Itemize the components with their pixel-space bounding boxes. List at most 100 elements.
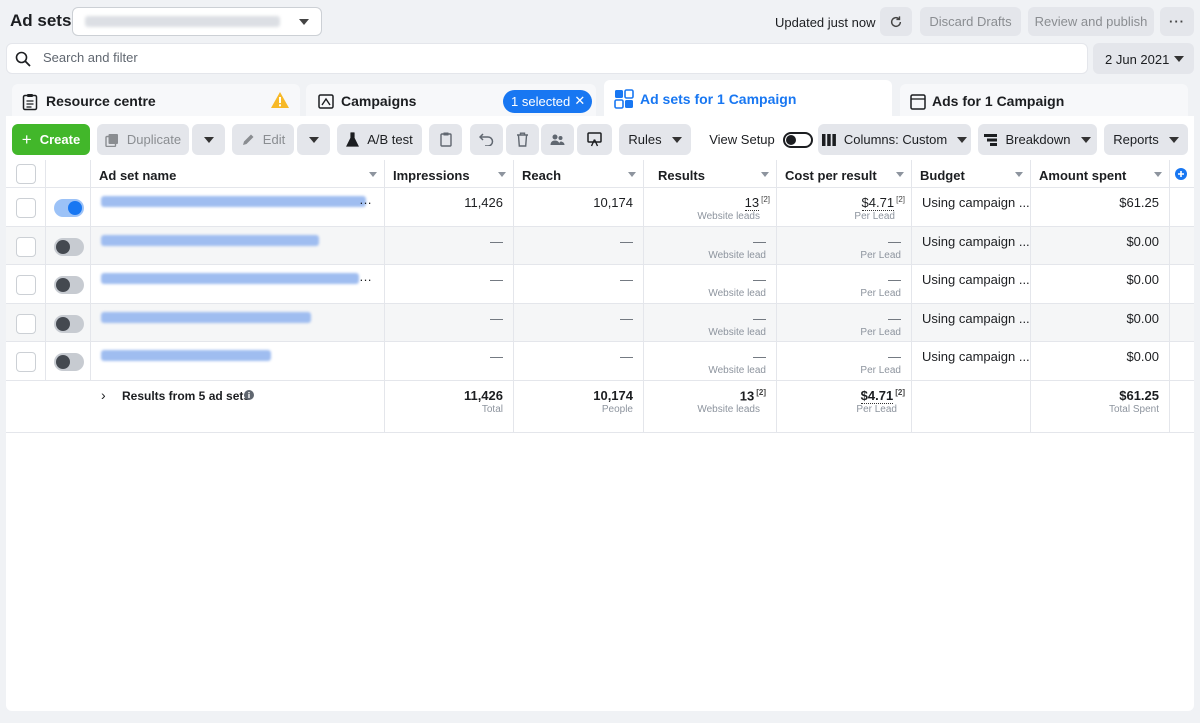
impressions-value: —	[490, 233, 503, 249]
budget-value[interactable]: Using campaign ...	[922, 195, 1030, 210]
columns-button[interactable]: Columns: Custom	[818, 124, 971, 155]
reports-label: Reports	[1113, 132, 1159, 147]
sort-icon	[628, 172, 636, 177]
edit-label: Edit	[262, 132, 286, 147]
tab-ads[interactable]: Ads for 1 Campaign	[900, 84, 1188, 120]
table-row[interactable]: — — — Website lead — Per Lead Using camp…	[6, 303, 1194, 343]
view-setup-switch[interactable]	[782, 131, 813, 148]
total-results: 13 [2]	[739, 388, 766, 404]
col-cost-per-result[interactable]: Cost per result	[777, 160, 912, 187]
add-column-icon[interactable]	[1175, 168, 1187, 180]
duplicate-button[interactable]: Duplicate	[97, 124, 189, 155]
adset-name-redacted[interactable]	[101, 350, 271, 362]
table-row[interactable]: … — — — Website lead — Per Lead Using ca…	[6, 265, 1194, 304]
info-icon[interactable]	[244, 390, 254, 400]
col-amount-spent[interactable]: Amount spent	[1031, 160, 1170, 187]
reports-button[interactable]: Reports	[1104, 124, 1188, 155]
sort-icon	[1015, 172, 1023, 177]
date-range-selector[interactable]: 2 Jun 2021	[1093, 43, 1194, 74]
ab-test-button[interactable]: A/B test	[337, 124, 422, 155]
tab-adsets-label: Ad sets for 1 Campaign	[640, 91, 797, 107]
table-row[interactable]: — — — Website lead — Per Lead Using camp…	[6, 342, 1194, 381]
search-input[interactable]	[43, 50, 943, 65]
adset-status-toggle[interactable]	[54, 353, 84, 372]
col-adset-name[interactable]: Ad set name	[91, 160, 385, 187]
adset-name-redacted[interactable]	[101, 196, 366, 207]
chevron-down-icon	[203, 136, 214, 143]
total-impressions: 11,426	[463, 388, 503, 403]
amount-spent-value: $61.25	[1119, 195, 1159, 210]
account-selector[interactable]	[72, 7, 322, 36]
audience-button[interactable]	[541, 124, 574, 155]
account-name-redacted	[85, 16, 280, 27]
adset-status-toggle[interactable]	[54, 276, 84, 295]
row-checkbox[interactable]	[16, 198, 36, 218]
select-all-checkbox[interactable]	[16, 164, 36, 184]
top-bar: Ad sets Updated just now Discard Drafts …	[0, 0, 1200, 44]
tab-adsets[interactable]: Ad sets for 1 Campaign	[604, 80, 892, 120]
breakdown-label: Breakdown	[1005, 132, 1071, 147]
total-cost-per-result: $4.71 [2]	[860, 388, 905, 405]
people-icon	[550, 134, 565, 145]
chevron-right-icon[interactable]: ›	[101, 387, 106, 403]
table-row[interactable]: … 11,426 10,174 13 [2] Website leads $4.7…	[6, 188, 1194, 227]
adset-status-toggle[interactable]	[54, 237, 84, 256]
clipboard-icon	[439, 132, 452, 147]
col-reach[interactable]: Reach	[514, 160, 644, 187]
discard-drafts-button[interactable]: Discard Drafts	[920, 7, 1021, 36]
adset-status-toggle[interactable]	[54, 314, 84, 333]
budget-value[interactable]: Using campaign ...	[922, 272, 1030, 287]
budget-value[interactable]: Using campaign ...	[922, 349, 1030, 364]
row-checkbox[interactable]	[16, 275, 36, 296]
view-setup-toggle[interactable]: View Setup	[708, 124, 814, 155]
rules-button[interactable]: Rules	[619, 124, 691, 155]
search-bar[interactable]	[6, 43, 1088, 74]
tab-campaigns[interactable]: Campaigns 1 selected ✕	[306, 84, 596, 120]
adset-name-redacted[interactable]	[101, 273, 359, 285]
edit-button[interactable]: Edit	[232, 124, 294, 155]
more-options-button[interactable]: ···	[1160, 7, 1194, 36]
duplicate-dropdown[interactable]	[192, 124, 225, 155]
preview-icon	[587, 132, 602, 147]
adset-name-redacted[interactable]	[101, 234, 319, 246]
impressions-value: 11,426	[464, 195, 503, 210]
refresh-button[interactable]	[880, 7, 912, 36]
breakdown-icon	[984, 133, 998, 146]
col-results[interactable]: Results	[644, 160, 777, 187]
tab-resource-centre[interactable]: Resource centre	[12, 84, 300, 120]
reach-value: —	[620, 272, 633, 288]
cost-per-result-value: —	[888, 349, 901, 365]
preview-button[interactable]	[577, 124, 612, 155]
more-icon: ···	[1169, 14, 1185, 29]
close-icon[interactable]: ✕	[574, 93, 585, 109]
amount-spent-value: $0.00	[1126, 272, 1159, 288]
row-checkbox[interactable]	[16, 236, 36, 257]
create-button[interactable]: + Create	[12, 124, 90, 155]
chevron-down-icon	[1080, 136, 1091, 143]
search-icon	[15, 51, 31, 67]
adset-status-toggle[interactable]	[54, 199, 84, 217]
warning-icon[interactable]	[270, 91, 290, 109]
row-checkbox[interactable]	[16, 313, 36, 334]
results-value: —	[753, 349, 766, 365]
row-checkbox[interactable]	[16, 352, 36, 373]
budget-value[interactable]: Using campaign ...	[922, 234, 1030, 249]
amount-spent-value: $0.00	[1126, 310, 1159, 326]
chevron-down-icon	[671, 136, 682, 143]
total-reach: 10,174	[593, 388, 633, 403]
col-impressions[interactable]: Impressions	[385, 160, 514, 187]
table-row[interactable]: — — — Website lead — Per Lead Using camp…	[6, 226, 1194, 266]
amount-spent-value: $0.00	[1126, 349, 1159, 365]
clipboard-button[interactable]	[429, 124, 462, 155]
adset-name-redacted[interactable]	[101, 311, 311, 323]
delete-button[interactable]	[506, 124, 539, 155]
review-publish-button[interactable]: Review and publish	[1028, 7, 1154, 36]
undo-button[interactable]	[470, 124, 503, 155]
edit-dropdown[interactable]	[297, 124, 330, 155]
selected-badge[interactable]: 1 selected ✕	[503, 90, 593, 113]
breakdown-button[interactable]: Breakdown	[978, 124, 1097, 155]
duplicate-icon	[105, 133, 118, 147]
budget-value[interactable]: Using campaign ...	[922, 311, 1030, 326]
tab-ads-label: Ads for 1 Campaign	[932, 93, 1065, 109]
col-budget[interactable]: Budget	[912, 160, 1031, 187]
